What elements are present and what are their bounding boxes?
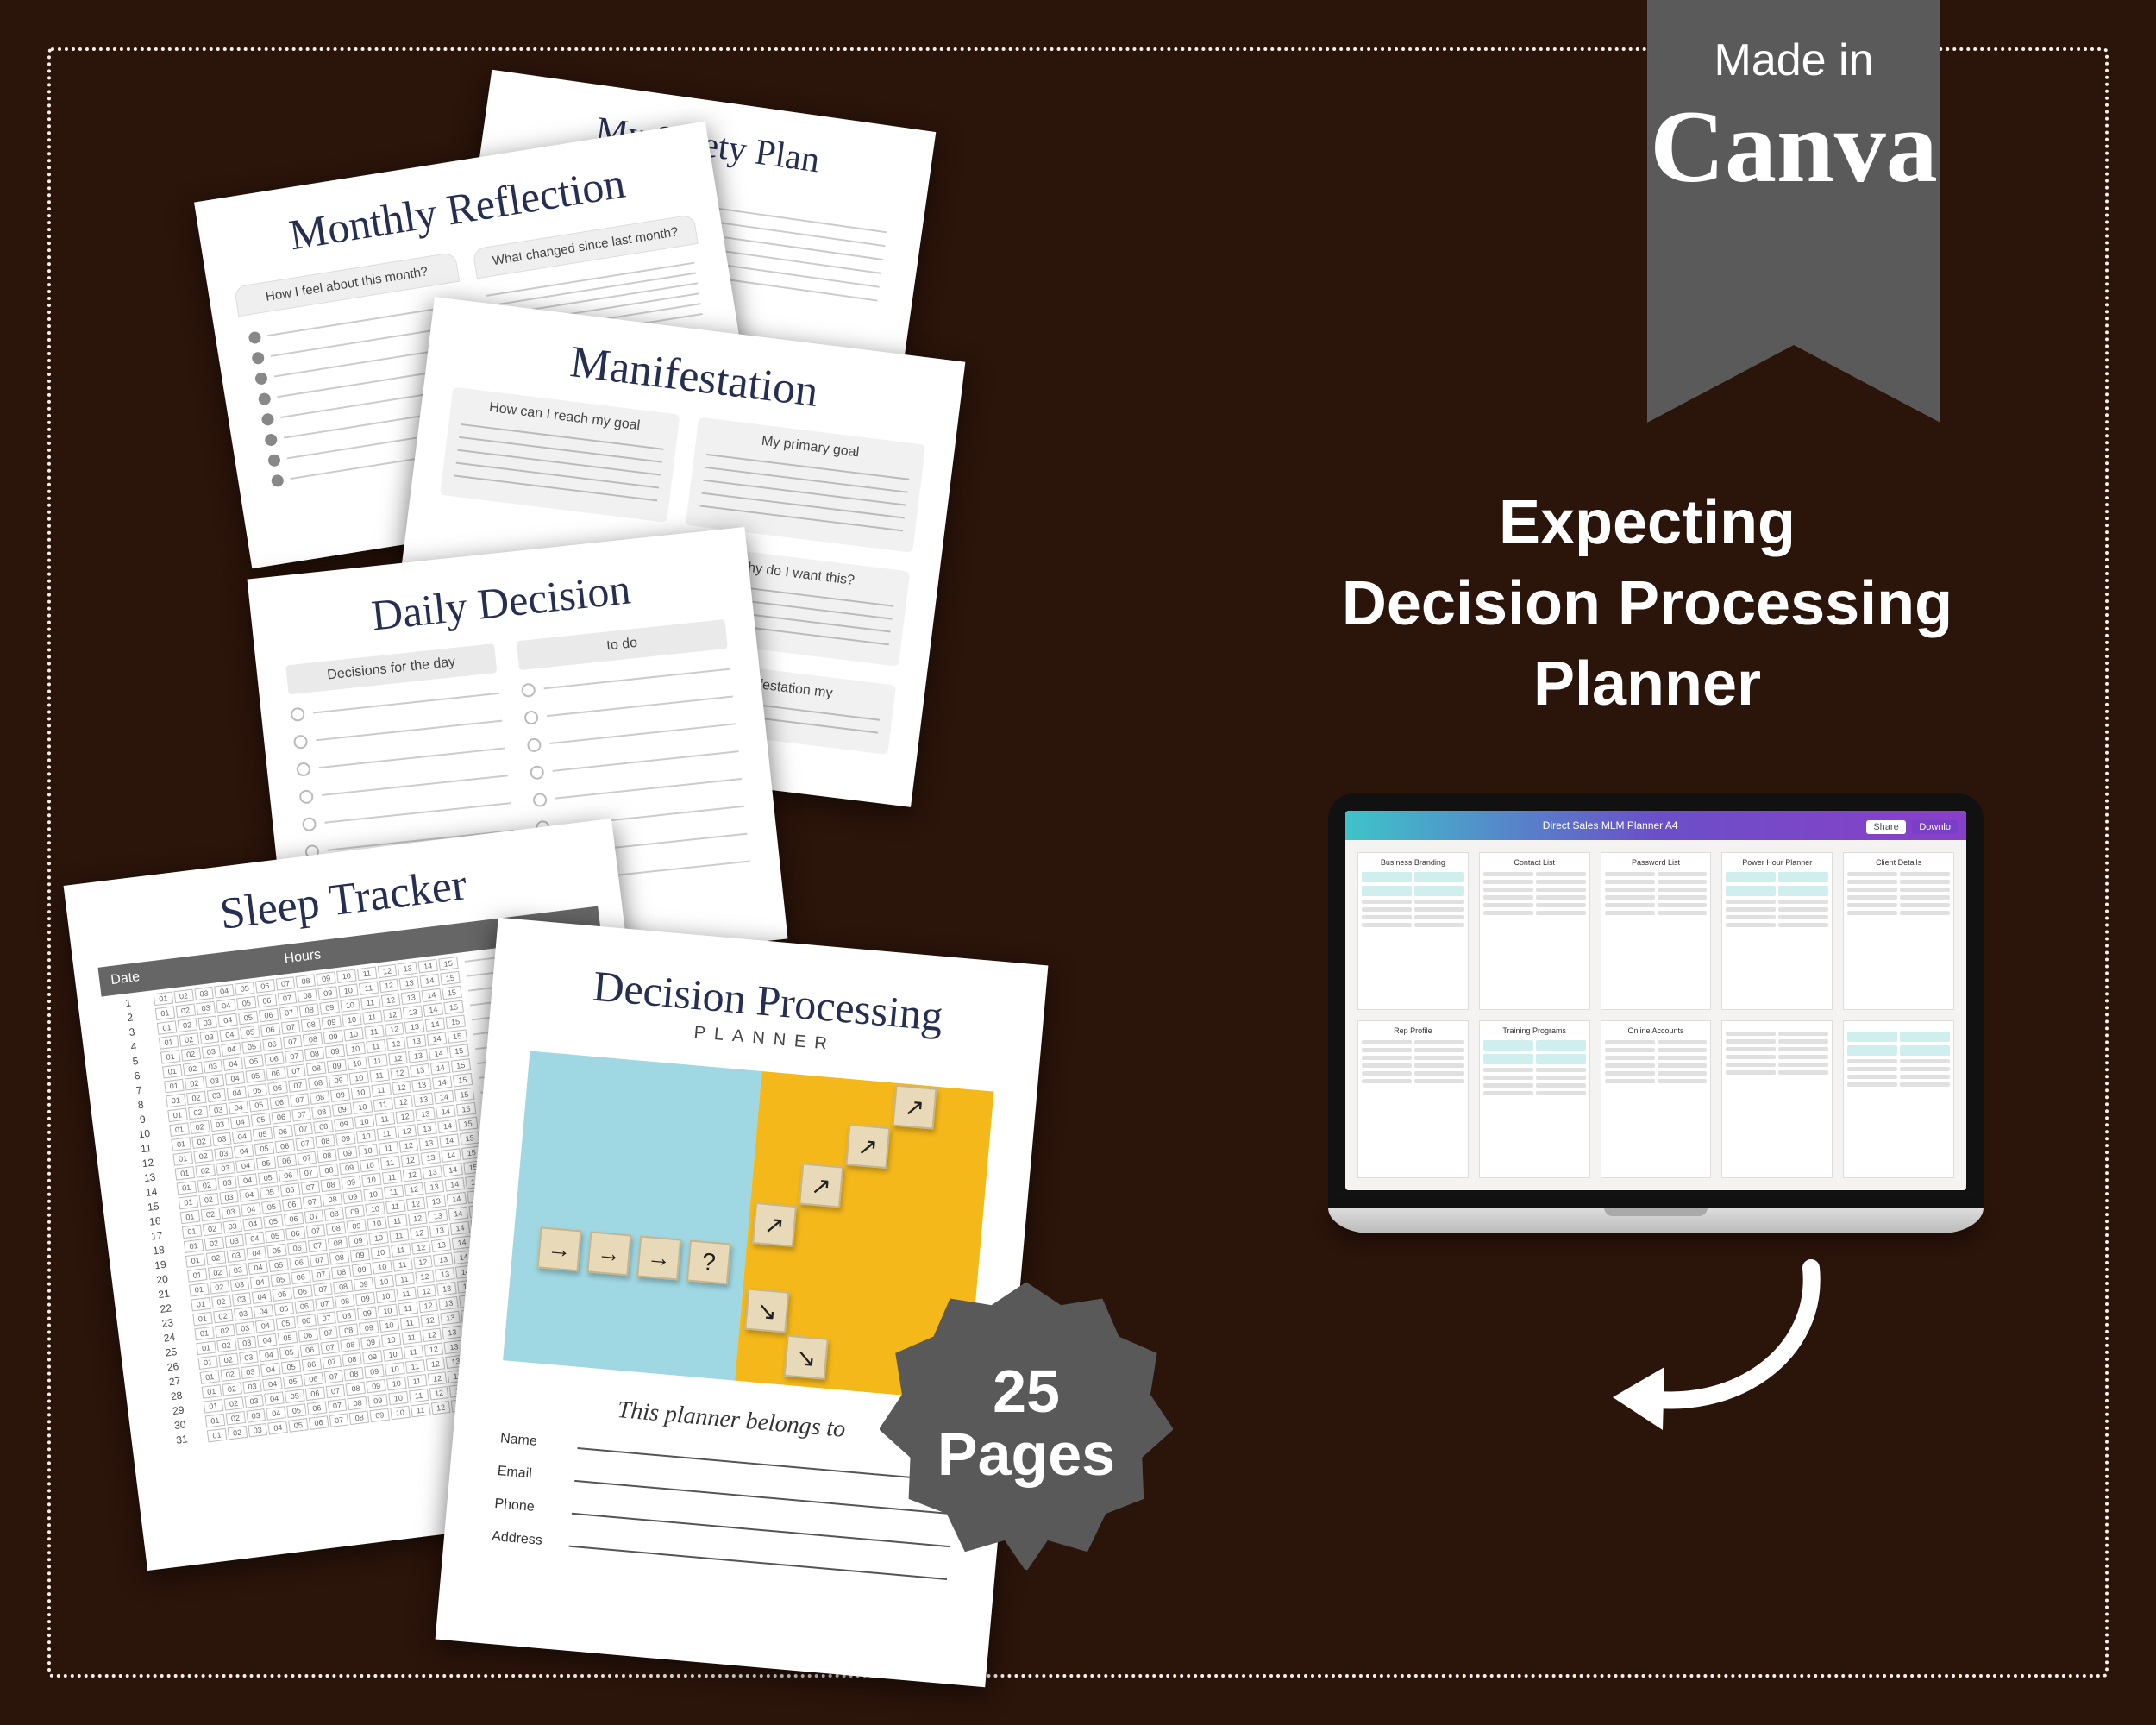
canva-thumb[interactable]: Contact List	[1479, 852, 1590, 1010]
canva-thumb[interactable]	[1843, 1020, 1954, 1178]
badge-count: 25	[937, 1360, 1115, 1424]
field-label: Name	[499, 1431, 569, 1452]
share-button[interactable]: Share	[1866, 820, 1905, 834]
column-header: Decisions for the day	[285, 643, 497, 694]
col-date: Date	[97, 962, 153, 997]
canva-thumb[interactable]: Client Details	[1843, 852, 1954, 1010]
canva-thumb[interactable]: Business Branding	[1357, 852, 1469, 1010]
canva-thumb[interactable]: Password List	[1601, 852, 1712, 1010]
laptop-screen: Direct Sales MLM Planner A4 Share Downlo…	[1328, 794, 1984, 1208]
canva-thumb[interactable]: Power Hour Planner	[1721, 852, 1833, 1010]
canva-thumb[interactable]: Online Accounts	[1601, 1020, 1712, 1178]
field-label: Email	[497, 1464, 567, 1485]
laptop-base	[1328, 1208, 1984, 1233]
product-title: Expecting Decision Processing Planner	[1259, 483, 2035, 725]
ribbon-made-in: Made in	[1714, 34, 1874, 86]
canva-thumb[interactable]: Rep Profile	[1357, 1020, 1469, 1178]
canva-thumb[interactable]: Training Programs	[1479, 1020, 1590, 1178]
laptop-mockup: Direct Sales MLM Planner A4 Share Downlo…	[1328, 794, 1984, 1233]
curved-arrow-icon	[1604, 1259, 1828, 1445]
canva-doc-title: Direct Sales MLM Planner A4	[1543, 819, 1678, 831]
ribbon-brand: Canva	[1650, 95, 1937, 198]
canva-topbar: Direct Sales MLM Planner A4 Share Downlo	[1345, 811, 1966, 840]
made-in-canva-ribbon: Made in Canva	[1647, 0, 1940, 345]
field-label: Phone	[494, 1496, 564, 1518]
field-label: Address	[491, 1529, 561, 1551]
page-count-badge: 25 Pages	[880, 1276, 1173, 1570]
canva-page-grid: Business BrandingContact ListPassword Li…	[1345, 840, 1966, 1190]
badge-label: Pages	[937, 1423, 1115, 1487]
download-button[interactable]: Downlo	[1912, 820, 1958, 834]
column-header: to do	[517, 619, 728, 670]
canva-thumb[interactable]	[1721, 1020, 1833, 1178]
